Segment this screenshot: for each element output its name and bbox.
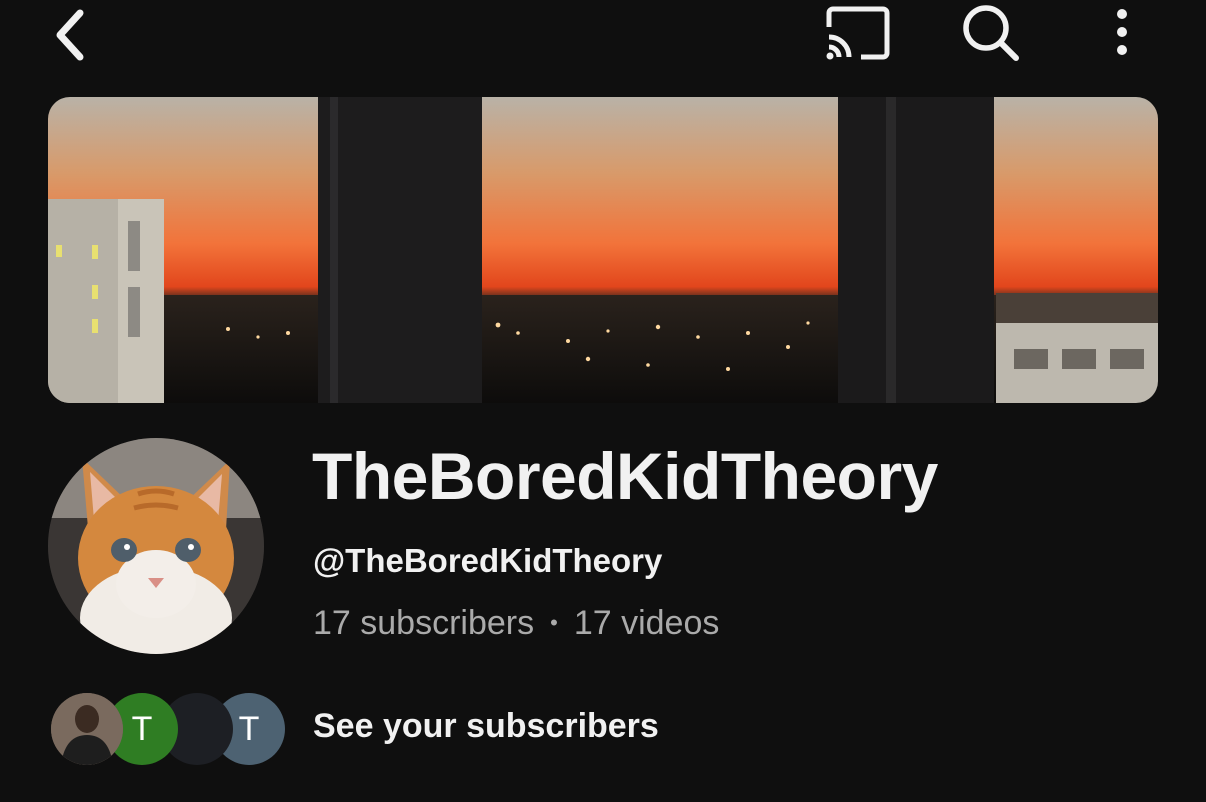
subscriber-avatar [51,693,123,765]
channel-banner-image [48,97,1158,403]
kitten-avatar-image [48,438,264,654]
stats-separator: • [550,609,558,635]
channel-banner[interactable] [48,97,1158,403]
cast-button[interactable] [816,0,896,64]
top-app-bar [0,0,1206,70]
channel-name: TheBoredKidTheory [312,439,938,513]
more-options-button[interactable] [1096,0,1148,64]
see-subscribers-row[interactable]: T T See your subscribers [48,690,748,770]
chevron-left-icon [56,9,84,61]
cast-icon [826,6,890,60]
back-button[interactable] [40,2,100,64]
subscriber-count: 17 subscribers [313,604,535,642]
channel-handle: @TheBoredKidTheory [313,542,663,579]
more-vertical-icon [1117,9,1127,55]
channel-avatar[interactable] [48,438,264,654]
video-count: 17 videos [573,604,720,642]
search-icon [963,5,1019,61]
channel-stats: 17 subscribers • 17 videos [313,604,719,643]
search-button[interactable] [950,0,1030,64]
person-photo-avatar [51,693,123,765]
see-subscribers-link[interactable]: See your subscribers [313,707,659,746]
